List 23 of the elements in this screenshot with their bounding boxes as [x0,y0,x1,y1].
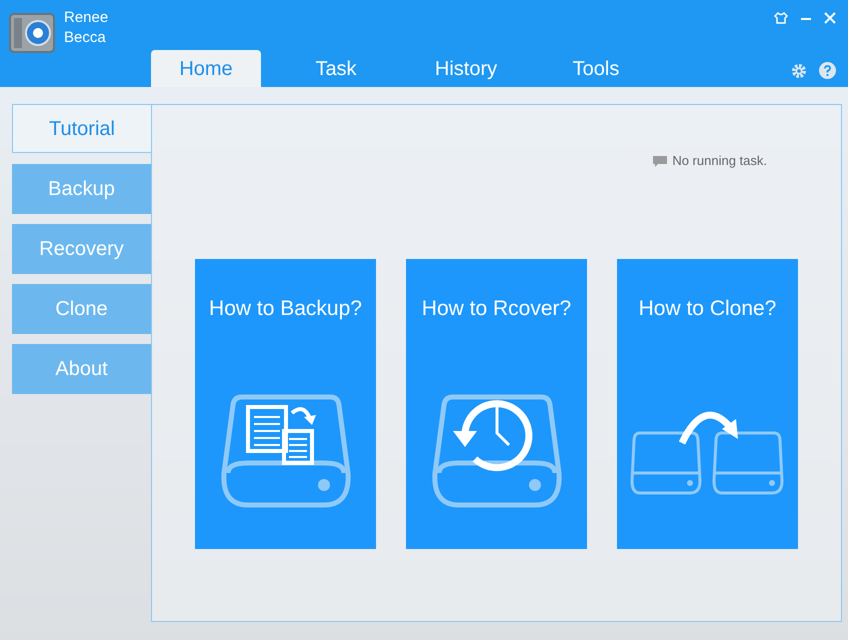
tab[interactable]: History [411,50,521,87]
safe-icon [8,12,56,54]
tab[interactable]: Home [151,50,261,87]
sidebar-item[interactable]: Backup [12,164,151,214]
tab[interactable]: Tools [541,50,651,87]
help-icon[interactable] [819,62,836,79]
app-name: Becca [64,28,107,48]
tutorial-card[interactable]: How to Backup? [195,259,376,549]
sidebar-item[interactable]: Recovery [12,224,151,274]
message-icon [652,154,668,168]
status-text: No running task. [672,152,767,170]
sidebar-item[interactable]: Clone [12,284,151,334]
drive-documents-icon [220,392,352,509]
tutorial-card[interactable]: How to Rcover? [406,259,587,549]
settings-icon[interactable] [791,62,807,78]
app-name: Renee [64,8,108,28]
sidebar-item[interactable]: Tutorial [12,104,151,153]
close-icon[interactable] [824,12,836,24]
tutorial-card[interactable]: How to Clone? [617,259,798,549]
shirt-icon[interactable] [774,12,788,24]
drive-history-icon [430,392,562,509]
sidebar-item[interactable]: About [12,344,151,394]
tab[interactable]: Task [281,50,391,87]
